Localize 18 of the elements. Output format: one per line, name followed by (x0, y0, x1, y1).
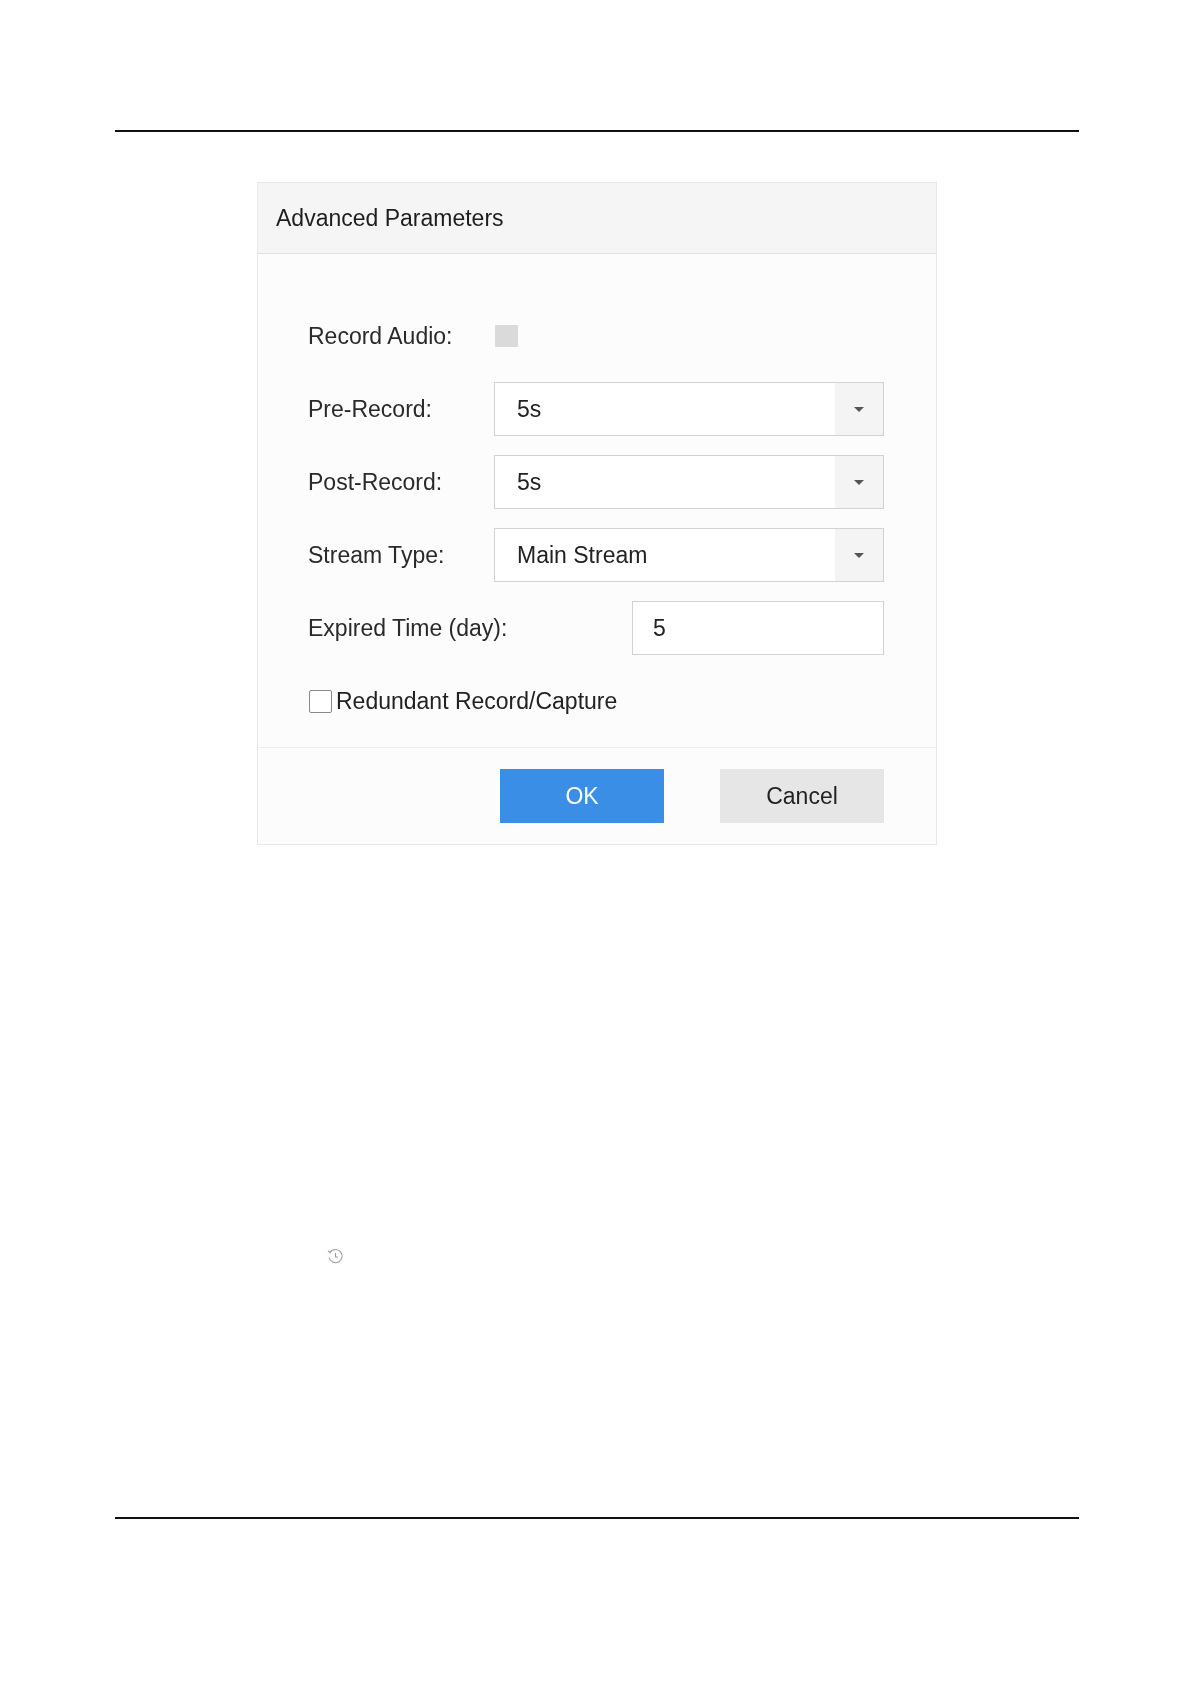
caret-icon (854, 552, 864, 558)
field-label: Expired Time (day): (308, 613, 509, 643)
field-label: Stream Type: (308, 540, 446, 570)
field-label: Record Audio: (308, 321, 454, 351)
dropdown-select[interactable]: Main Stream (494, 528, 884, 582)
cancel-button[interactable]: Cancel (720, 769, 884, 823)
caret-icon (854, 406, 864, 412)
dialog-title: Advanced Parameters (276, 203, 504, 233)
checkbox-label[interactable]: Redundant Record/Capture (336, 683, 618, 719)
caret-icon (854, 479, 864, 485)
field-label: Pre-Record: (308, 394, 433, 424)
clock-arrow-icon (327, 1248, 344, 1265)
record-audio-checkbox[interactable] (495, 325, 518, 347)
checkbox[interactable] (309, 689, 332, 713)
input-field[interactable]: 5 (632, 601, 884, 655)
field-label: Post-Record: (308, 467, 444, 497)
dropdown-select[interactable]: 5s (494, 382, 884, 436)
dropdown-select[interactable]: 5s (494, 455, 884, 509)
